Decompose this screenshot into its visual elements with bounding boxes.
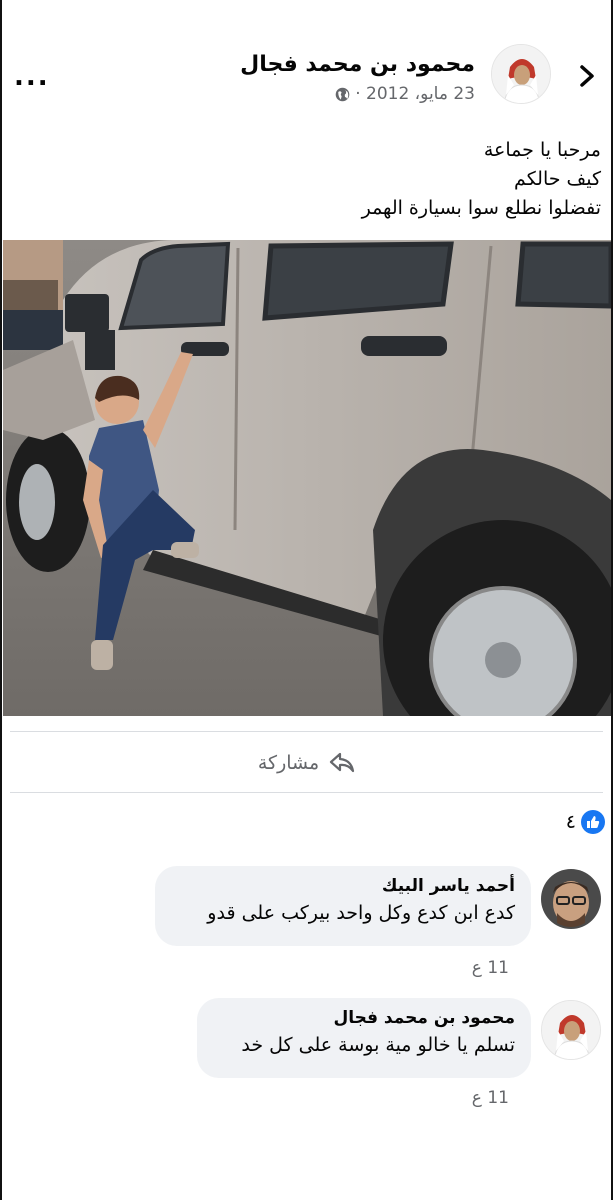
post-meta: 23 مايو، 2012 · (334, 84, 475, 104)
post-text-line: كيف حالكم (514, 168, 601, 190)
globe-icon (335, 87, 350, 101)
post-text: مرحبا يا جماعة كيف حالكم تفضلوا نطلع سوا… (21, 136, 601, 223)
comment-bubble[interactable]: أحمد ياسر البيك كدع ابن كدع وكل واحد بير… (155, 866, 531, 946)
like-icon (581, 810, 605, 834)
chevron-right-icon (580, 65, 594, 87)
author-name[interactable]: محمود بن محمد فجال (240, 52, 475, 77)
comment-bubble[interactable]: محمود بن محمد فجال تسلم يا خالو مية بوسة… (197, 998, 531, 1078)
share-label: مشاركة (257, 752, 320, 774)
author-avatar[interactable] (491, 44, 551, 104)
share-button[interactable]: مشاركة (0, 746, 613, 780)
post-text-line: تفضلوا نطلع سوا بسيارة الهمر (361, 197, 601, 219)
post-photo[interactable] (3, 240, 611, 716)
back-button[interactable] (575, 62, 599, 90)
share-icon (330, 752, 355, 773)
post-text-line: مرحبا يا جماعة (483, 139, 601, 161)
more-options-button[interactable]: ... (14, 62, 50, 92)
post-date[interactable]: 23 مايو، 2012 · (355, 84, 475, 104)
divider (10, 731, 603, 732)
reaction-summary[interactable]: ٤ (566, 810, 605, 834)
commenter-name[interactable]: أحمد ياسر البيك (171, 876, 515, 896)
reaction-count: ٤ (565, 811, 576, 833)
comment-text: كدع ابن كدع وكل واحد بيركب على قدو (207, 902, 515, 924)
comment-time[interactable]: 11 ع (472, 1088, 509, 1108)
post-header: محمود بن محمد فجال 23 مايو، 2012 · ... (0, 40, 613, 110)
comment-time[interactable]: 11 ع (472, 958, 509, 978)
commenter-avatar[interactable] (541, 869, 601, 929)
commenter-avatar[interactable] (541, 1000, 601, 1060)
comment-text: تسلم يا خالو مية بوسة على كل خد (241, 1034, 515, 1056)
divider (10, 792, 603, 793)
commenter-name[interactable]: محمود بن محمد فجال (213, 1008, 515, 1028)
